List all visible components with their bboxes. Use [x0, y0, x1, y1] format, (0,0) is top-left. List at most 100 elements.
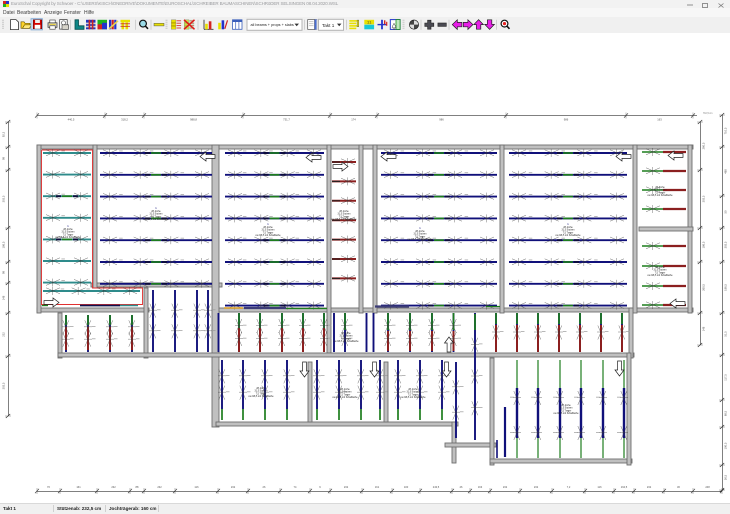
svg-text:28 Joche: 28 Joche — [263, 227, 273, 229]
svg-text:ca 218,5 m2 Schalflache: ca 218,5 m2 Schalflache — [143, 219, 169, 221]
svg-text:232: 232 — [647, 485, 652, 489]
svg-text:28 Joche: 28 Joche — [408, 389, 418, 391]
svg-text:88: 88 — [136, 485, 139, 489]
svg-text:260,5: 260,5 — [702, 284, 706, 291]
svg-text:31,5 Stutzen: 31,5 Stutzen — [407, 391, 421, 394]
svg-text:Takt 1: Takt 1 — [322, 23, 335, 28]
svg-text:710,5 cm: 710,5 cm — [703, 113, 713, 115]
svg-text:50,5: 50,5 — [724, 474, 728, 480]
svg-text:ca 218,5 m2 Schalflache: ca 218,5 m2 Schalflache — [400, 397, 426, 399]
svg-text:ca 218,5 m2 Schalflache: ca 218,5 m2 Schalflache — [647, 195, 673, 197]
svg-text:100,5: 100,5 — [724, 442, 728, 449]
svg-text:31,5 Stutzen: 31,5 Stutzen — [560, 407, 574, 410]
svg-text:31,5 Stutzen: 31,5 Stutzen — [340, 335, 354, 338]
svg-text:318,2: 318,2 — [121, 118, 128, 122]
svg-text:ca 218,5 m2 Schalflache: ca 218,5 m2 Schalflache — [555, 235, 581, 237]
svg-text:28 Joche: 28 Joche — [655, 267, 665, 269]
svg-text:164,5: 164,5 — [621, 485, 628, 489]
svg-text:26: 26 — [263, 485, 266, 489]
svg-text:100: 100 — [404, 485, 409, 489]
svg-text:31,5 Stutzen: 31,5 Stutzen — [262, 229, 276, 232]
svg-text:260,5: 260,5 — [702, 142, 706, 149]
svg-text:988,8: 988,8 — [190, 118, 197, 122]
svg-text:186,5: 186,5 — [2, 241, 6, 248]
svg-text:7,5 Trager: 7,5 Trager — [63, 233, 74, 236]
svg-text:7,5 Trager: 7,5 Trager — [563, 231, 574, 234]
svg-text:148: 148 — [2, 295, 6, 300]
svg-text:174: 174 — [351, 118, 356, 122]
svg-text:28 Joche: 28 Joche — [655, 187, 665, 189]
svg-text:440,5: 440,5 — [68, 118, 75, 122]
svg-text:1: 1 — [267, 222, 269, 226]
svg-text:31,5 Stutzen: 31,5 Stutzen — [338, 213, 352, 216]
svg-text:7,5 Trager: 7,5 Trager — [256, 392, 267, 395]
svg-text:31,5 Stutzen: 31,5 Stutzen — [255, 390, 269, 393]
svg-text:ca 218,5 m2 Schalflache: ca 218,5 m2 Schalflache — [331, 219, 357, 221]
svg-text:50: 50 — [724, 210, 728, 213]
svg-text:7,5 Trager: 7,5 Trager — [341, 337, 352, 340]
svg-text:ca 218,5 m2 Schalflache: ca 218,5 m2 Schalflache — [255, 235, 281, 237]
svg-text:all beams + props + slabs: all beams + props + slabs — [251, 23, 294, 27]
svg-text:31,5 Stutzen: 31,5 Stutzen — [562, 229, 576, 232]
svg-text:28 Joche: 28 Joche — [561, 405, 571, 407]
svg-text:28 Joche: 28 Joche — [256, 388, 266, 390]
svg-text:303,5: 303,5 — [2, 195, 6, 202]
svg-text:1: 1 — [155, 206, 157, 210]
svg-text:68,5: 68,5 — [724, 410, 728, 416]
svg-text:986: 986 — [439, 118, 444, 122]
svg-text:986: 986 — [564, 118, 569, 122]
svg-text:1: 1 — [419, 226, 421, 230]
svg-text:31,5 Stutzen: 31,5 Stutzen — [414, 233, 428, 236]
svg-text:163: 163 — [478, 485, 483, 489]
svg-text:99: 99 — [2, 157, 6, 160]
svg-text:99: 99 — [2, 271, 6, 274]
svg-text:ca 218,5 m2 Schalflache: ca 218,5 m2 Schalflache — [407, 239, 433, 241]
svg-text:31,5 Stutzen: 31,5 Stutzen — [62, 231, 76, 234]
svg-text:ca 218,5 m2 Schalflache: ca 218,5 m2 Schalflache — [333, 341, 359, 343]
svg-text:243,5: 243,5 — [433, 485, 440, 489]
svg-text:7,5 Trager: 7,5 Trager — [263, 231, 274, 234]
svg-text:46: 46 — [460, 485, 463, 489]
svg-text:28 Joche: 28 Joche — [63, 229, 73, 231]
svg-text:28 Joche: 28 Joche — [340, 389, 350, 391]
svg-text:30: 30 — [677, 485, 680, 489]
svg-text:28 Joche: 28 Joche — [339, 211, 349, 213]
svg-text:116: 116 — [194, 485, 199, 489]
svg-text:7,2: 7,2 — [567, 485, 571, 489]
svg-text:28 Joche: 28 Joche — [415, 231, 425, 233]
svg-text:232: 232 — [503, 485, 508, 489]
svg-text:303,5: 303,5 — [724, 241, 728, 248]
svg-text:ca 218,5 m2 Schalflache: ca 218,5 m2 Schalflache — [553, 413, 579, 415]
svg-text:163: 163 — [657, 118, 662, 122]
svg-text:488: 488 — [724, 169, 728, 174]
svg-text:31,5 Stutzen: 31,5 Stutzen — [654, 269, 668, 272]
svg-text:161: 161 — [76, 485, 81, 489]
svg-text:232: 232 — [2, 332, 6, 337]
svg-text:31,5 Stutzen: 31,5 Stutzen — [654, 189, 668, 192]
svg-text:303,5: 303,5 — [702, 195, 706, 202]
svg-text:7,5 Trager: 7,5 Trager — [339, 215, 350, 218]
svg-text:28 Joche: 28 Joche — [151, 211, 161, 213]
svg-text:232: 232 — [231, 485, 236, 489]
svg-text:51,5: 51,5 — [724, 331, 728, 337]
svg-text:232: 232 — [534, 485, 539, 489]
svg-text:ca 218,5 m2 Schalflache: ca 218,5 m2 Schalflache — [647, 275, 673, 277]
svg-text:11: 11 — [367, 22, 371, 26]
svg-text:116: 116 — [597, 485, 602, 489]
svg-text:303,5: 303,5 — [2, 382, 6, 389]
svg-text:7,5 Trager: 7,5 Trager — [408, 393, 419, 396]
svg-text:710,5: 710,5 — [724, 127, 728, 134]
svg-text:248: 248 — [705, 485, 710, 489]
svg-text:731,7: 731,7 — [283, 118, 290, 122]
svg-text:31,5 Stutzen: 31,5 Stutzen — [339, 391, 353, 394]
svg-text:7,5 Trager: 7,5 Trager — [151, 215, 162, 218]
svg-text:148: 148 — [702, 326, 706, 331]
svg-text:232: 232 — [344, 485, 349, 489]
svg-text:117,5: 117,5 — [724, 374, 728, 381]
svg-text:ca 218,5 m2 Schalflache: ca 218,5 m2 Schalflache — [248, 396, 274, 398]
svg-text:9: 9 — [319, 485, 321, 489]
svg-text:186,5: 186,5 — [724, 284, 728, 291]
svg-text:70: 70 — [47, 485, 50, 489]
svg-text:ca 218,5 m2 Schalflache: ca 218,5 m2 Schalflache — [332, 397, 358, 399]
svg-text:232: 232 — [157, 485, 162, 489]
